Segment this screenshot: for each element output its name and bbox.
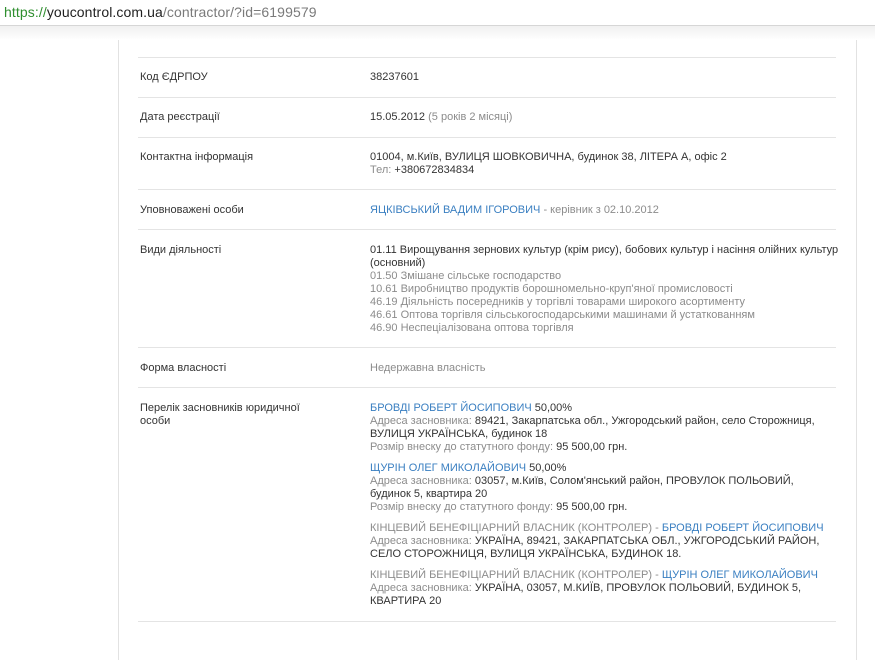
url-host: youcontrol.com.ua <box>46 4 163 20</box>
founder-address-cont: ВУЛИЦЯ УКРАЇНСЬКА, будинок 18 <box>370 428 548 440</box>
beneficiary-label: КІНЦЕВИЙ БЕНЕФІЦІАРНИЙ ВЛАСНИК (КОНТРОЛЕ… <box>370 569 659 581</box>
founder-entry: БРОВДІ РОБЕРТ ЙОСИПОВИЧ 50,00% Адреса за… <box>370 402 836 454</box>
row-contacts: Контактна інформація 01004, м.Київ, ВУЛИ… <box>138 138 836 190</box>
activity-main: 01.11 Вирощування зернових культур (крім… <box>370 244 839 256</box>
founders-label: Перелік засновників юридичної особи <box>140 402 300 428</box>
row-authorized-persons: Уповноважені особи ЯЦКІВСЬКИЙ ВАДИМ ІГОР… <box>138 190 836 230</box>
registration-date: 15.05.2012 <box>370 111 426 123</box>
founder-share: 50,00% <box>529 462 567 474</box>
toolbar-shadow <box>0 26 875 40</box>
registration-age: (5 років 2 місяці) <box>428 111 513 123</box>
authorized-label: Уповноважені особи <box>140 204 244 216</box>
ownership-label: Форма власності <box>140 362 227 374</box>
url-scheme: https:// <box>4 4 47 20</box>
row-activities: Види діяльності 01.11 Вирощування зернов… <box>138 230 839 348</box>
registration-label: Дата реєстрації <box>140 111 220 123</box>
row-founders: Перелік засновників юридичної особи БРОВ… <box>138 388 836 622</box>
activities-label: Види діяльності <box>140 244 222 256</box>
row-edrpou: Код ЄДРПОУ 38237601 <box>138 58 836 98</box>
founder-capital: 95 500,00 грн. <box>556 441 628 453</box>
founder-name-link[interactable]: ЩУРІН ОЛЕГ МИКОЛАЙОВИЧ <box>370 462 526 474</box>
director-role: - керівник з 02.10.2012 <box>543 204 659 216</box>
founder-address-label: Адреса засновника: <box>370 415 472 427</box>
registration-value: 15.05.2012 (5 років 2 місяці) <box>370 111 836 124</box>
edrpou-value: 38237601 <box>370 71 419 83</box>
row-ownership: Форма власності Недержавна власність <box>138 348 836 388</box>
beneficiary-name-link[interactable]: БРОВДІ РОБЕРТ ЙОСИПОВИЧ <box>662 522 824 534</box>
founder-address: 03057, м.Київ, Солом'янський район, ПРОВ… <box>474 475 794 487</box>
phone-label: Тел: <box>370 164 392 176</box>
beneficiary-address-cont: СЕЛО СТОРОЖНИЦЯ, ВУЛИЦЯ УКРАЇНСЬКА, БУДИ… <box>370 548 682 560</box>
address-bar[interactable]: https://youcontrol.com.ua/contractor/?id… <box>0 0 875 26</box>
founder-address-label: Адреса засновника: <box>370 475 472 487</box>
contacts-value: 01004, м.Київ, ВУЛИЦЯ ШОВКОВИЧНА, будино… <box>370 151 836 177</box>
founders-label-line2: особи <box>140 415 171 427</box>
founder-name-link[interactable]: БРОВДІ РОБЕРТ ЙОСИПОВИЧ <box>370 402 532 414</box>
activities-list: 01.11 Вирощування зернових культур (крім… <box>370 244 839 335</box>
beneficiary-entry: КІНЦЕВИЙ БЕНЕФІЦІАРНИЙ ВЛАСНИК (КОНТРОЛЕ… <box>370 569 836 608</box>
founder-address-cont: будинок 5, квартира 20 <box>370 488 488 500</box>
activity-item: 46.90 Неспеціалізована оптова торгівля <box>370 322 574 334</box>
row-registration-date: Дата реєстрації 15.05.2012 (5 років 2 мі… <box>138 98 836 138</box>
beneficiary-address: УКРАЇНА, 89421, ЗАКАРПАТСЬКА ОБЛ., УЖГОР… <box>474 535 820 547</box>
url-path: /contractor/?id=6199579 <box>162 4 317 20</box>
url-text[interactable]: https://youcontrol.com.ua/contractor/?id… <box>4 4 317 20</box>
ownership-value: Недержавна власність <box>370 362 486 374</box>
activity-item: 46.19 Діяльність посередників у торгівлі… <box>370 296 745 308</box>
beneficiary-address-label: Адреса засновника: <box>370 535 472 547</box>
founders-label-line1: Перелік засновників юридичної <box>140 402 300 414</box>
founder-capital-label: Розмір внеску до статутного фонду: <box>370 501 554 513</box>
beneficiary-address: УКРАЇНА, 03057, М.КИЇВ, ПРОВУЛОК ПОЛЬОВИ… <box>474 582 802 594</box>
activity-main-note: (основний) <box>370 257 426 269</box>
beneficiary-address-label: Адреса засновника: <box>370 582 472 594</box>
founder-share: 50,00% <box>534 402 573 414</box>
director-link[interactable]: ЯЦКІВСЬКИЙ ВАДИМ ІГОРОВИЧ <box>370 204 540 216</box>
beneficiary-label: КІНЦЕВИЙ БЕНЕФІЦІАРНИЙ ВЛАСНИК (КОНТРОЛЕ… <box>370 522 659 534</box>
beneficiary-address-cont: КВАРТИРА 20 <box>370 595 442 607</box>
beneficiary-name-link[interactable]: ЩУРІН ОЛЕГ МИКОЛАЙОВИЧ <box>662 569 818 581</box>
contacts-label: Контактна інформація <box>140 151 254 163</box>
founder-capital: 95 500,00 грн. <box>556 501 628 513</box>
edrpou-label: Код ЄДРПОУ <box>140 71 208 83</box>
activity-item: 46.61 Оптова торгівля сільськогосподарсь… <box>370 309 755 321</box>
founder-entry: ЩУРІН ОЛЕГ МИКОЛАЙОВИЧ 50,00% Адреса зас… <box>370 462 836 514</box>
founder-capital-label: Розмір внеску до статутного фонду: <box>370 441 554 453</box>
authorized-value: ЯЦКІВСЬКИЙ ВАДИМ ІГОРОВИЧ - керівник з 0… <box>370 204 836 217</box>
activity-item: 01.50 Змішане сільське господарство <box>370 270 562 282</box>
activity-item: 10.61 Виробництво продуктів борошномельн… <box>370 283 733 295</box>
beneficiary-entry: КІНЦЕВИЙ БЕНЕФІЦІАРНИЙ ВЛАСНИК (КОНТРОЛЕ… <box>370 522 836 561</box>
contacts-address: 01004, м.Київ, ВУЛИЦЯ ШОВКОВИЧНА, будино… <box>370 151 727 163</box>
phone-number: +380672834834 <box>394 164 475 176</box>
founder-address: 89421, Закарпатська обл., Ужгородський р… <box>474 415 815 427</box>
